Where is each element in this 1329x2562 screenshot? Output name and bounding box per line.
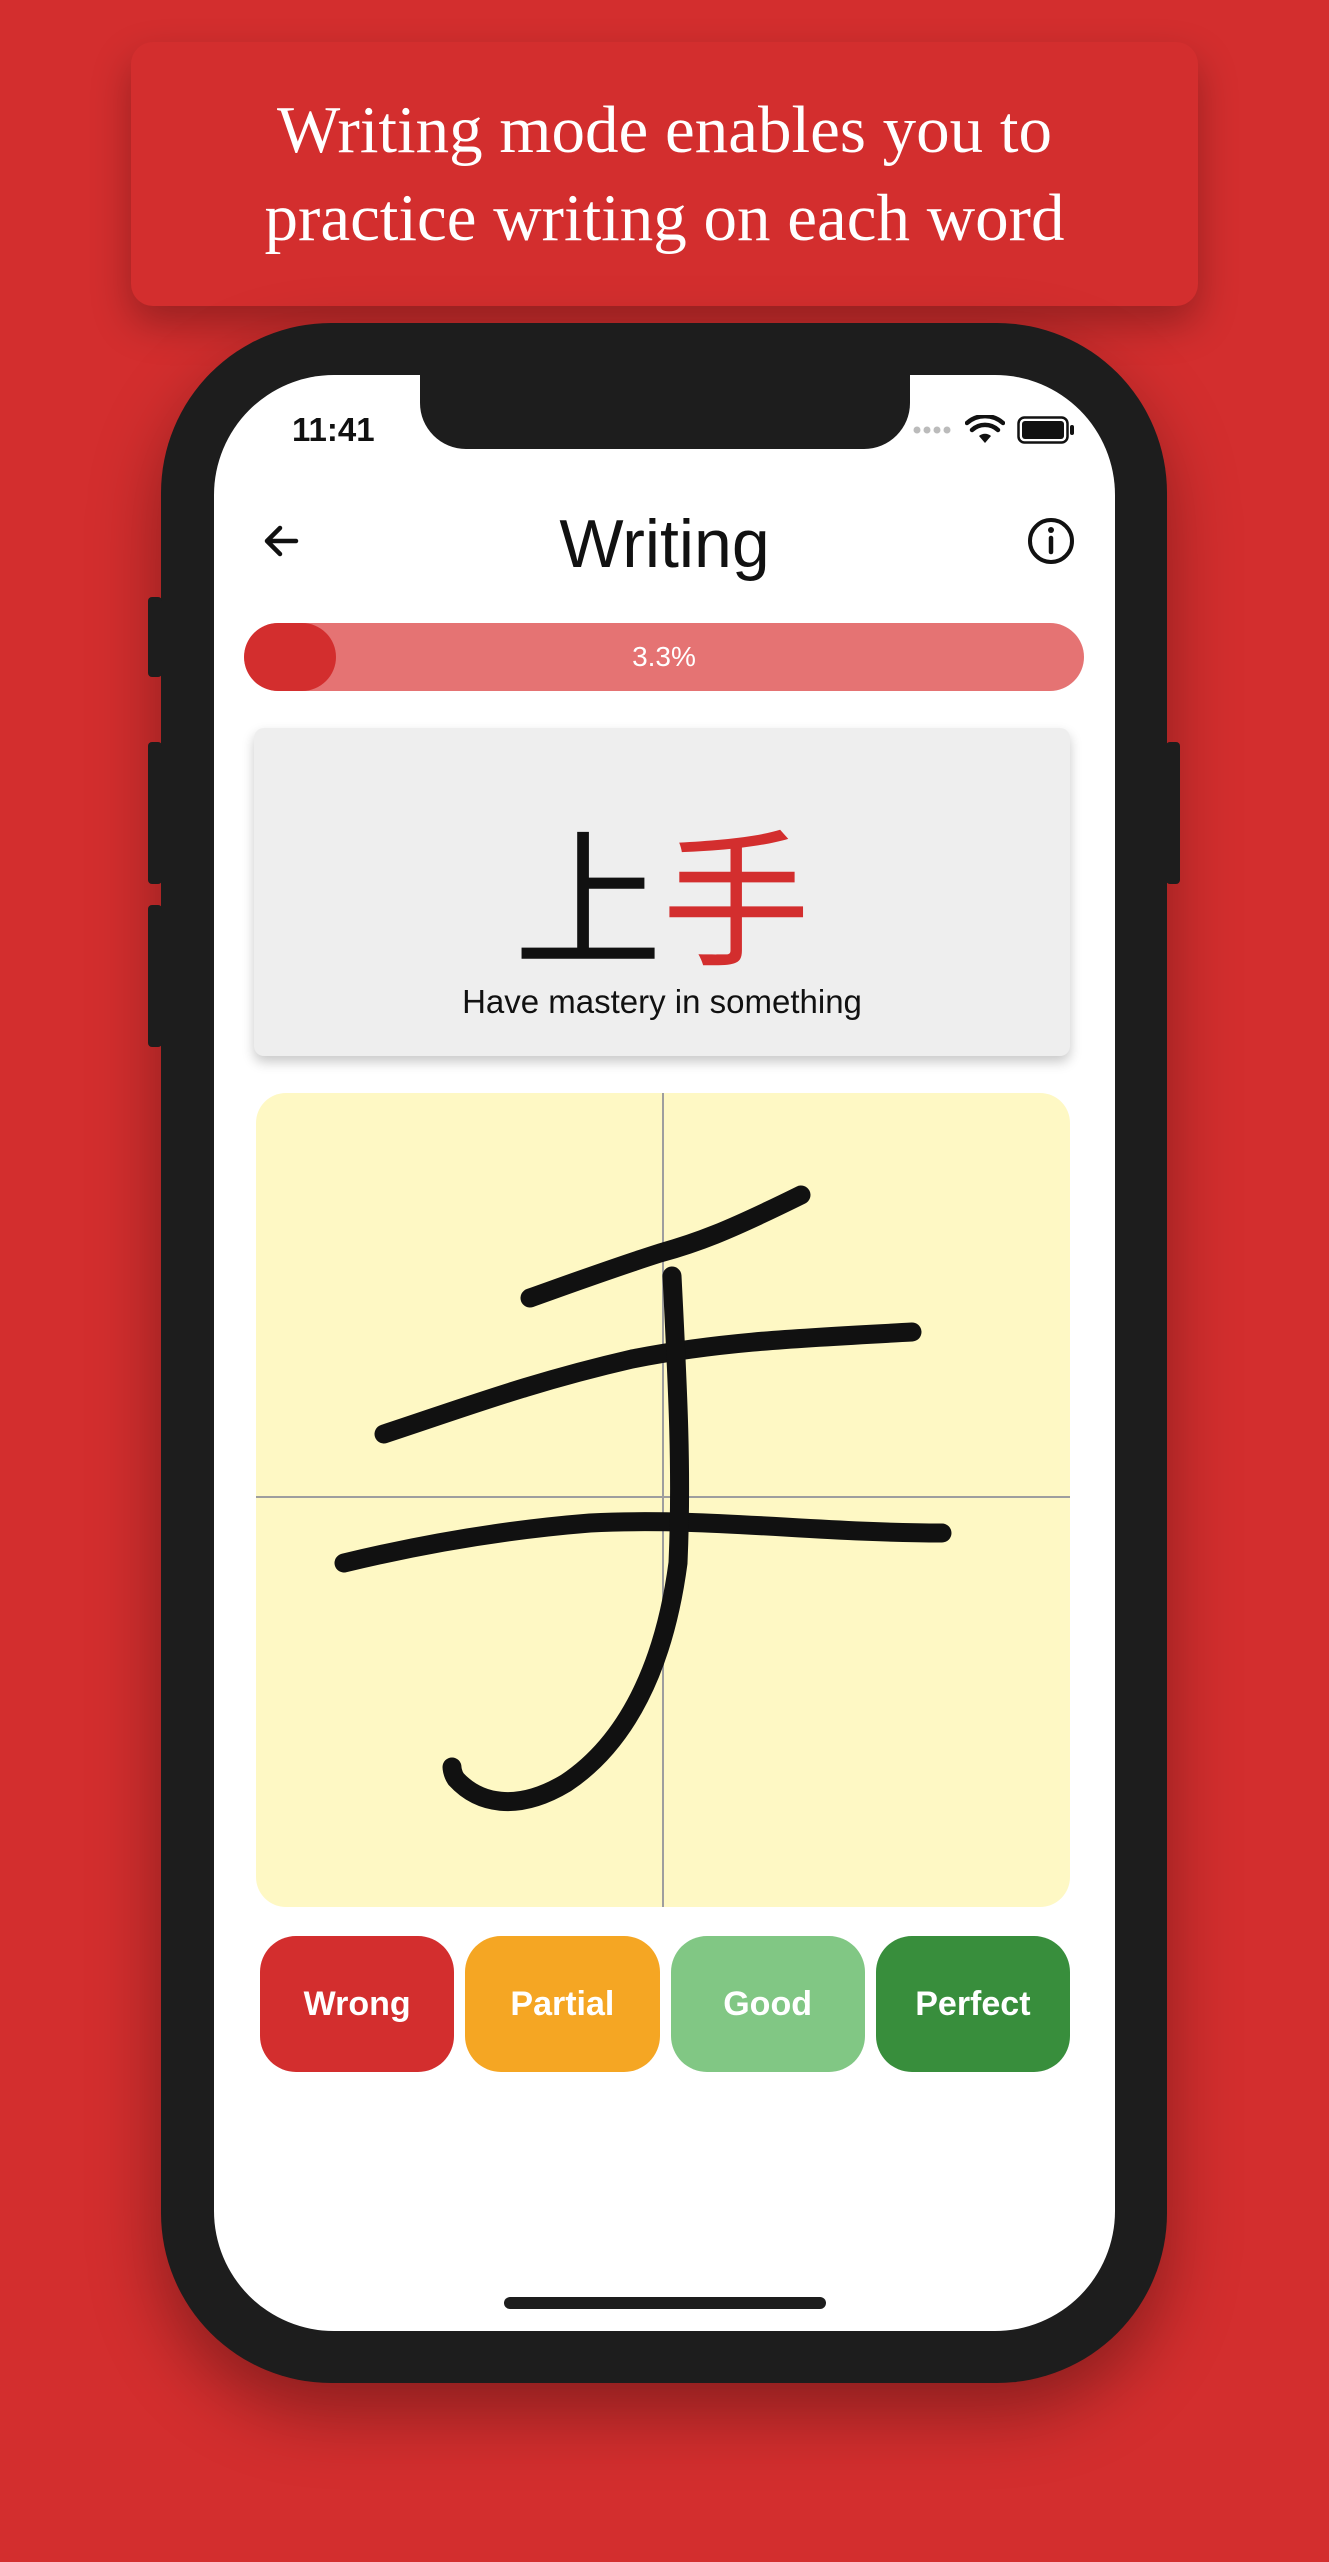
mute-switch	[148, 597, 162, 677]
status-time: 11:41	[292, 411, 375, 448]
notch	[420, 375, 910, 449]
good-button[interactable]: Good	[670, 1936, 865, 2072]
nav-bar: Writing	[214, 483, 1115, 603]
word-meaning: Have mastery in something	[462, 983, 862, 1020]
partial-button[interactable]: Partial	[465, 1936, 660, 2072]
drawn-strokes	[256, 1093, 1070, 1907]
signal-dots-icon	[913, 426, 951, 434]
stroke-2	[374, 1322, 922, 1444]
writing-canvas[interactable]	[256, 1093, 1070, 1907]
power-button	[1166, 742, 1180, 884]
kanji-first: 上	[514, 817, 662, 989]
kanji-target: 手	[662, 817, 810, 989]
volume-down-button	[148, 905, 162, 1047]
home-indicator	[504, 2297, 826, 2309]
word-card: 上手 Have mastery in something	[254, 728, 1070, 1056]
wrong-button[interactable]: Wrong	[260, 1936, 455, 2072]
battery-icon	[1017, 416, 1074, 444]
promo-banner: Writing mode enables you to practice wri…	[131, 42, 1198, 306]
banner-line-1: Writing mode enables you to	[276, 93, 1053, 167]
stroke-3	[334, 1512, 952, 1573]
status-icons	[913, 415, 1075, 445]
wifi-icon	[965, 415, 1005, 443]
progress-label: 3.3%	[632, 641, 696, 672]
info-icon[interactable]	[1025, 515, 1077, 567]
word-kanji: 上手	[254, 823, 1070, 983]
volume-up-button	[148, 742, 162, 884]
progress-bar: 3.3%	[244, 623, 1084, 691]
app-screen: 11:41 Writing 3.3% 上手 Have mastery in so…	[214, 375, 1115, 2331]
banner-line-2: practice writing on each word	[264, 181, 1065, 255]
page-title: Writing	[559, 506, 770, 582]
perfect-button[interactable]: Perfect	[875, 1936, 1070, 2072]
grade-buttons: Wrong Partial Good Perfect	[260, 1936, 1070, 2072]
